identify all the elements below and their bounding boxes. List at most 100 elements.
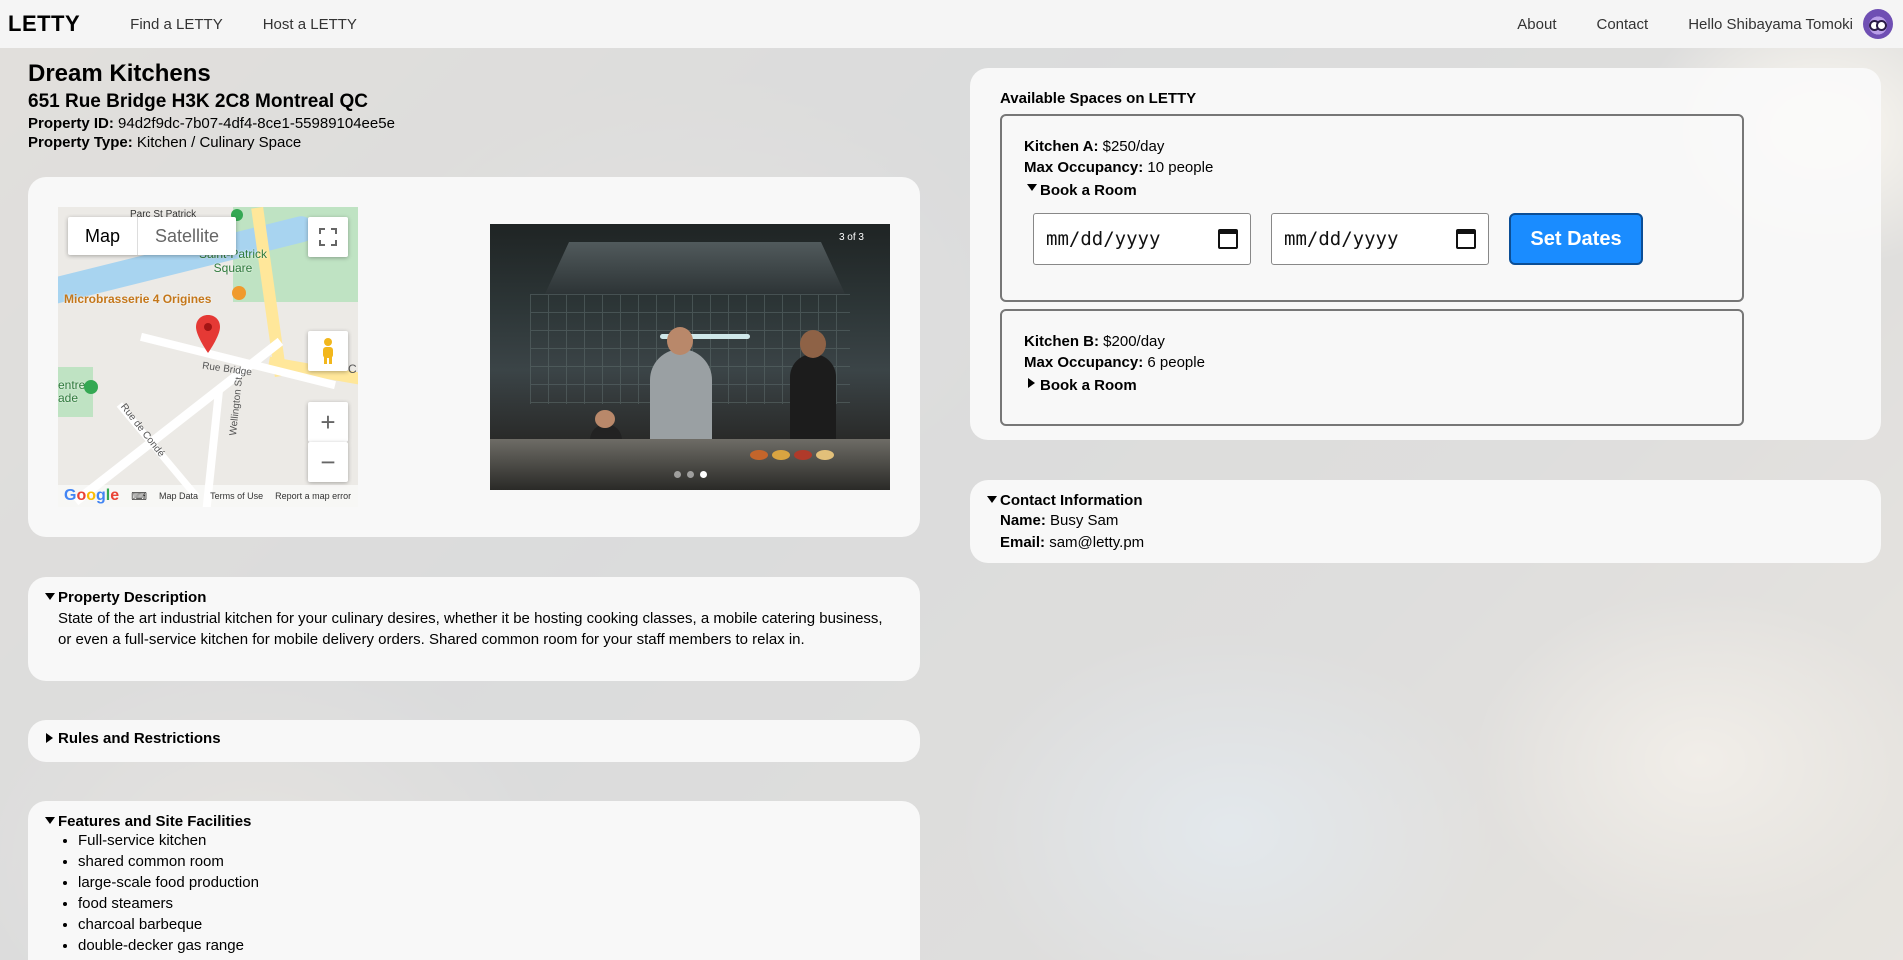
map-data-link[interactable]: Map Data <box>159 491 198 501</box>
kitchen-b-occupancy-label: Max Occupancy: <box>1024 354 1144 371</box>
property-id: Property ID: 94d2f9dc-7b07-4df4-8ce1-559… <box>28 115 395 132</box>
kitchen-b-name: Kitchen B: <box>1024 333 1099 350</box>
business-icon[interactable] <box>232 286 246 300</box>
available-spaces-title: Available Spaces on LETTY <box>1000 90 1197 107</box>
nav-left: Find a LETTY Host a LETTY <box>130 16 357 33</box>
property-header: Dream Kitchens 651 Rue Bridge H3K 2C8 Mo… <box>28 60 395 151</box>
kitchen-a-price: $250/day <box>1102 138 1165 155</box>
photo-food <box>750 450 768 460</box>
description-toggle[interactable]: Property Description <box>45 589 890 606</box>
nav-host-letty[interactable]: Host a LETTY <box>263 16 357 33</box>
start-date-input[interactable]: mm/dd/yyyy <box>1033 213 1251 265</box>
photo-counter <box>490 439 890 490</box>
location-map[interactable]: Parc St Patrick Saint-Patrick Square Mic… <box>58 207 358 507</box>
map-pin-icon[interactable] <box>196 315 220 353</box>
calendar-icon[interactable] <box>1456 229 1476 249</box>
kitchen-a-occupancy-line: Max Occupancy: 10 people <box>1024 157 1720 178</box>
nav-contact[interactable]: Contact <box>1596 16 1648 33</box>
photo-food <box>772 450 790 460</box>
top-navbar: LETTY Find a LETTY Host a LETTY About Co… <box>0 0 1903 48</box>
carousel-dot[interactable] <box>673 471 681 478</box>
contact-name-label: Name: <box>1000 512 1046 529</box>
nav-about[interactable]: About <box>1517 16 1556 33</box>
contact-card: Contact Information Name: Busy Sam Email… <box>970 480 1881 563</box>
map-footer: Google ⌨ Map Data Terms of Use Report a … <box>58 485 358 507</box>
carousel-dot-active[interactable] <box>699 471 707 478</box>
property-type-value: Kitchen / Culinary Space <box>136 134 302 151</box>
brand-logo[interactable]: LETTY <box>8 11 80 37</box>
photo-person <box>650 327 712 444</box>
feature-item: charcoal barbeque <box>78 914 890 935</box>
property-title: Dream Kitchens <box>28 60 211 87</box>
features-list: Full-service kitchen shared common room … <box>78 830 890 956</box>
map-type-map[interactable]: Map <box>68 217 137 255</box>
start-date-placeholder: mm/dd/yyyy <box>1046 227 1161 250</box>
contact-name: Busy Sam <box>1050 512 1119 529</box>
fullscreen-button[interactable] <box>308 217 348 257</box>
kitchen-a-card: Kitchen A: $250/day Max Occupancy: 10 pe… <box>1000 114 1744 302</box>
map-type-satellite[interactable]: Satellite <box>137 217 236 255</box>
feature-item: large-scale food production <box>78 872 890 893</box>
available-spaces-card: Available Spaces on LETTY Kitchen A: $25… <box>970 68 1881 440</box>
nav-find-letty[interactable]: Find a LETTY <box>130 16 223 33</box>
contact-email-label: Email: <box>1000 534 1046 551</box>
contact-toggle[interactable]: Contact Information <box>987 492 1851 509</box>
map-label-cut: C <box>348 362 357 376</box>
kitchen-a-occupancy: 10 people <box>1147 159 1214 176</box>
map-label-business[interactable]: Microbrasserie 4 Origines <box>64 292 211 306</box>
report-error-link[interactable]: Report a map error <box>275 491 351 501</box>
photo-food <box>794 450 812 460</box>
kitchen-b-price: $200/day <box>1103 333 1165 350</box>
carousel-dot[interactable] <box>686 471 694 478</box>
media-card: Parc St Patrick Saint-Patrick Square Mic… <box>28 177 920 537</box>
feature-item: double-decker gas range <box>78 935 890 956</box>
street-view-pegman[interactable] <box>308 331 348 371</box>
feature-item: shared common room <box>78 851 890 872</box>
features-toggle[interactable]: Features and Site Facilities <box>45 813 890 830</box>
user-menu[interactable]: Hello Shibayama Tomoki <box>1688 9 1893 39</box>
kitchen-a-price-line: Kitchen A: $250/day <box>1024 136 1720 157</box>
terms-link[interactable]: Terms of Use <box>210 491 263 501</box>
kitchen-a-name: Kitchen A: <box>1024 138 1099 155</box>
avatar[interactable] <box>1863 9 1893 39</box>
rules-section: Rules and Restrictions <box>28 720 920 762</box>
end-date-placeholder: mm/dd/yyyy <box>1284 227 1399 250</box>
google-logo: Google <box>64 487 120 504</box>
map-label-centre: entre ade <box>58 378 86 405</box>
contact-email-line: Email: sam@letty.pm <box>1000 532 1851 553</box>
photo-food <box>816 450 834 460</box>
photo-carousel[interactable]: 3 of 3 <box>490 224 890 490</box>
carousel-dots <box>490 471 890 478</box>
property-id-value: 94d2f9dc-7b07-4df4-8ce1-55989104ee5e <box>118 115 395 132</box>
contact-email[interactable]: sam@letty.pm <box>1049 534 1144 551</box>
property-address: 651 Rue Bridge H3K 2C8 Montreal QC <box>28 91 368 112</box>
calendar-icon[interactable] <box>1218 229 1238 249</box>
kitchen-b-book-toggle[interactable]: Book a Room <box>1028 375 1720 396</box>
place-icon <box>84 380 98 394</box>
nav-right: About Contact Hello Shibayama Tomoki <box>1517 9 1893 39</box>
end-date-input[interactable]: mm/dd/yyyy <box>1271 213 1489 265</box>
kitchen-b-card: Kitchen B: $200/day Max Occupancy: 6 peo… <box>1000 309 1744 426</box>
zoom-out-button[interactable]: − <box>308 442 348 482</box>
feature-item: Full-service kitchen <box>78 830 890 851</box>
zoom-in-icon: + <box>320 406 336 437</box>
set-dates-button[interactable]: Set Dates <box>1509 213 1643 265</box>
pegman-icon <box>323 338 333 364</box>
keyboard-icon[interactable]: ⌨ <box>131 490 147 503</box>
user-greeting: Hello Shibayama Tomoki <box>1688 15 1853 33</box>
photo-person <box>790 330 836 444</box>
property-id-label: Property ID: <box>28 115 114 132</box>
kitchen-b-occupancy: 6 people <box>1147 354 1205 371</box>
kitchen-a-occupancy-label: Max Occupancy: <box>1024 159 1144 176</box>
property-type-label: Property Type: <box>28 134 133 151</box>
zoom-in-button[interactable]: + <box>308 402 348 442</box>
photo-kitchen-hood <box>545 242 845 294</box>
rules-toggle[interactable]: Rules and Restrictions <box>46 730 890 747</box>
features-section: Features and Site Facilities Full-servic… <box>28 801 920 960</box>
description-text: State of the art industrial kitchen for … <box>58 610 883 648</box>
kitchen-b-occupancy-line: Max Occupancy: 6 people <box>1024 352 1720 373</box>
fullscreen-icon <box>319 228 337 246</box>
kitchen-a-book-toggle[interactable]: Book a Room <box>1027 180 1720 201</box>
description-section: Property Description State of the art in… <box>28 577 920 681</box>
zoom-out-icon: − <box>320 446 336 477</box>
